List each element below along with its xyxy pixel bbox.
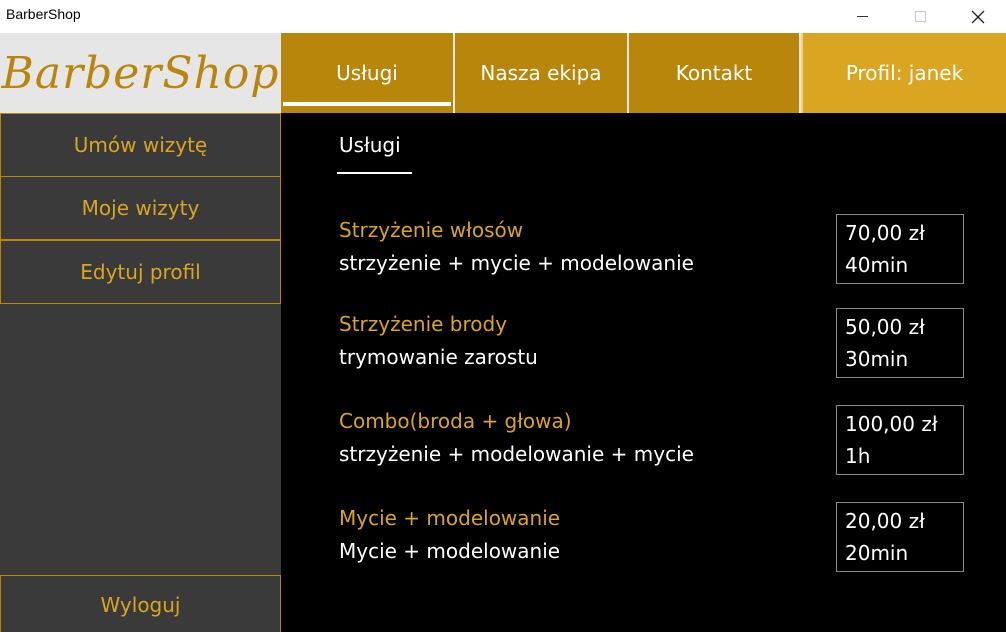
main-content: Usługi Strzyżenie włosów strzyżenie + my…	[281, 113, 1006, 632]
service-description: strzyżenie + modelowanie + mycie	[339, 442, 694, 466]
page-title: Usługi	[339, 133, 401, 157]
service-item: Combo(broda + głowa) strzyżenie + modelo…	[339, 405, 694, 471]
service-price: 50,00 zł	[845, 315, 925, 339]
service-price: 20,00 zł	[845, 509, 925, 533]
window-title: BarberShop	[6, 6, 81, 22]
service-price-box: 20,00 zł 20min	[836, 502, 964, 572]
logout-button[interactable]: Wyloguj	[0, 575, 281, 632]
top-navigation: Usługi Nasza ekipa Kontakt Profil: janek	[281, 33, 1006, 113]
service-name: Strzyżenie włosów	[339, 218, 524, 242]
service-price-box: 100,00 zł 1h	[836, 405, 964, 475]
minimize-button[interactable]	[833, 0, 891, 33]
maximize-icon	[914, 11, 926, 22]
close-button[interactable]	[949, 0, 1006, 33]
tab-uslugi[interactable]: Usługi	[281, 33, 455, 113]
minimize-icon	[856, 16, 868, 17]
service-duration: 40min	[845, 253, 909, 277]
tab-kontakt[interactable]: Kontakt	[629, 33, 801, 113]
profile-button[interactable]: Profil: janek	[801, 33, 1006, 113]
service-price-box: 50,00 zł 30min	[836, 308, 964, 378]
service-duration: 20min	[845, 541, 909, 565]
logo-area: BarberShop	[0, 33, 281, 113]
service-item: Strzyżenie brody trymowanie zarostu	[339, 308, 538, 374]
app-logo: BarberShop	[1, 47, 280, 99]
sidebar-item-edytuj-profil[interactable]: Edytuj profil	[0, 240, 281, 304]
service-name: Combo(broda + głowa)	[339, 409, 572, 433]
service-price: 70,00 zł	[845, 221, 925, 245]
service-price-box: 70,00 zł 40min	[836, 214, 964, 284]
service-name: Mycie + modelowanie	[339, 506, 561, 530]
service-name: Strzyżenie brody	[339, 312, 508, 336]
service-description: Mycie + modelowanie	[339, 539, 561, 563]
window-titlebar: BarberShop	[0, 0, 1006, 33]
sidebar-item-moje-wizyty[interactable]: Moje wizyty	[0, 176, 281, 240]
service-duration: 1h	[845, 444, 871, 468]
title-underline	[337, 172, 412, 174]
maximize-button[interactable]	[891, 0, 949, 33]
tab-nasza-ekipa[interactable]: Nasza ekipa	[455, 33, 629, 113]
service-item: Strzyżenie włosów strzyżenie + mycie + m…	[339, 214, 694, 280]
close-icon	[971, 10, 985, 23]
sidebar-item-umow-wizyte[interactable]: Umów wizytę	[0, 113, 281, 177]
service-item: Mycie + modelowanie Mycie + modelowanie	[339, 502, 560, 568]
service-description: trymowanie zarostu	[339, 345, 538, 369]
service-price: 100,00 zł	[845, 412, 938, 436]
service-duration: 30min	[845, 347, 909, 371]
sidebar: Umów wizytę Moje wizyty Edytuj profil Wy…	[0, 113, 281, 632]
service-description: strzyżenie + mycie + modelowanie	[339, 251, 694, 275]
